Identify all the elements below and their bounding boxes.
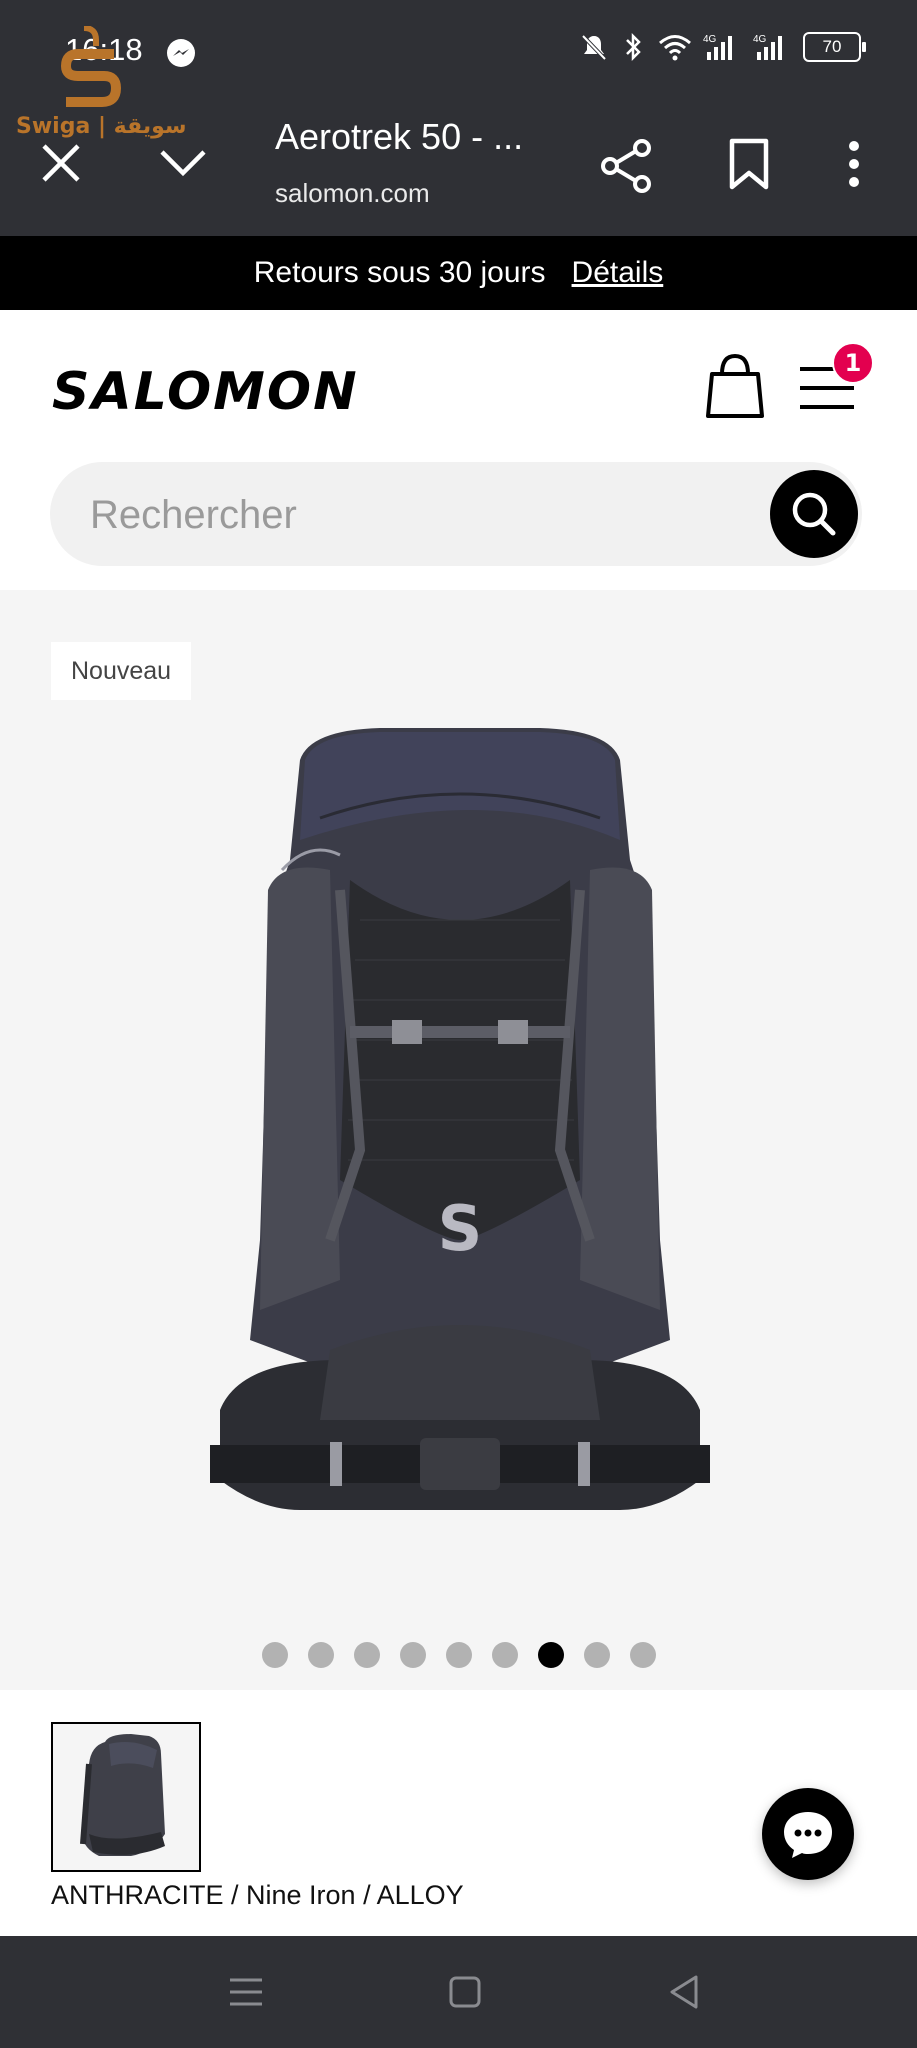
recent-apps-icon[interactable]	[226, 1972, 266, 2012]
more-options-icon[interactable]	[842, 138, 866, 190]
carousel-dot[interactable]	[445, 1642, 472, 1668]
promo-banner: Retours sous 30 jours Détails	[0, 236, 917, 310]
signal-4g-icon: 4G	[703, 34, 732, 60]
variant-selector: ANTHRACITE / Nine Iron / ALLOY	[0, 1690, 917, 1936]
new-badge: Nouveau	[51, 642, 192, 700]
carousel-dot[interactable]	[353, 1642, 380, 1668]
carousel-dot[interactable]	[629, 1642, 656, 1668]
bluetooth-icon	[626, 32, 641, 62]
carousel-dot[interactable]	[399, 1642, 426, 1668]
home-icon[interactable]	[445, 1972, 485, 2012]
watermark-logo: Swiga | سويقة	[16, 26, 187, 146]
share-icon[interactable]	[598, 138, 654, 194]
status-icons: 4G 4G 70	[579, 32, 866, 62]
search-bar	[50, 462, 862, 568]
cart-count-badge: 1	[832, 342, 874, 384]
back-icon[interactable]	[664, 1972, 704, 2012]
watermark-s-icon	[60, 26, 122, 107]
close-tab-button[interactable]	[38, 140, 84, 186]
carousel-dot[interactable]	[491, 1642, 518, 1668]
watermark-text: Swiga | سويقة	[16, 114, 187, 139]
salomon-logo[interactable]: SALOMON	[52, 362, 359, 422]
messenger-icon	[167, 39, 195, 67]
chat-button[interactable]	[762, 1788, 854, 1880]
mute-icon	[581, 34, 607, 61]
page-domain: salomon.com	[275, 178, 430, 208]
search-input[interactable]	[88, 462, 772, 568]
product-gallery[interactable]: Nouveau S	[0, 590, 917, 1690]
site-header: SALOMON	[0, 310, 917, 590]
browser-chrome: 16:18 4G 4G 70 Swiga | سويقة Aerotrek 50…	[0, 0, 917, 236]
page-title: Aerotrek 50 - ...	[275, 116, 524, 157]
carousel-dot[interactable]	[583, 1642, 610, 1668]
wifi-icon	[659, 35, 691, 61]
svg-text:S: S	[438, 1192, 483, 1265]
promo-details-link[interactable]: Détails	[572, 256, 664, 290]
carousel-dot[interactable]	[307, 1642, 334, 1668]
signal-4g-icon: 4G	[753, 34, 782, 60]
bookmark-icon[interactable]	[726, 138, 772, 190]
shopping-bag-icon[interactable]	[704, 352, 766, 420]
system-nav-bar	[0, 1936, 917, 2048]
thumbnail-backpack-image	[80, 1734, 165, 1856]
product-image-backpack[interactable]: S	[180, 720, 740, 1560]
carousel-dot[interactable]	[261, 1642, 288, 1668]
chevron-down-icon[interactable]	[158, 140, 208, 186]
search-icon	[792, 492, 836, 536]
promo-text: Retours sous 30 jours	[253, 256, 546, 289]
carousel-dot-active[interactable]	[537, 1642, 564, 1668]
battery-icon: 70	[803, 32, 866, 62]
svg-text:4G: 4G	[703, 34, 717, 45]
chat-bubble-icon	[784, 1812, 832, 1858]
variant-thumbnail[interactable]	[51, 1722, 201, 1872]
carousel-indicator	[0, 1642, 917, 1668]
search-button[interactable]	[770, 470, 858, 558]
svg-text:4G: 4G	[753, 34, 767, 45]
variant-label: ANTHRACITE / Nine Iron / ALLOY	[51, 1880, 464, 1910]
